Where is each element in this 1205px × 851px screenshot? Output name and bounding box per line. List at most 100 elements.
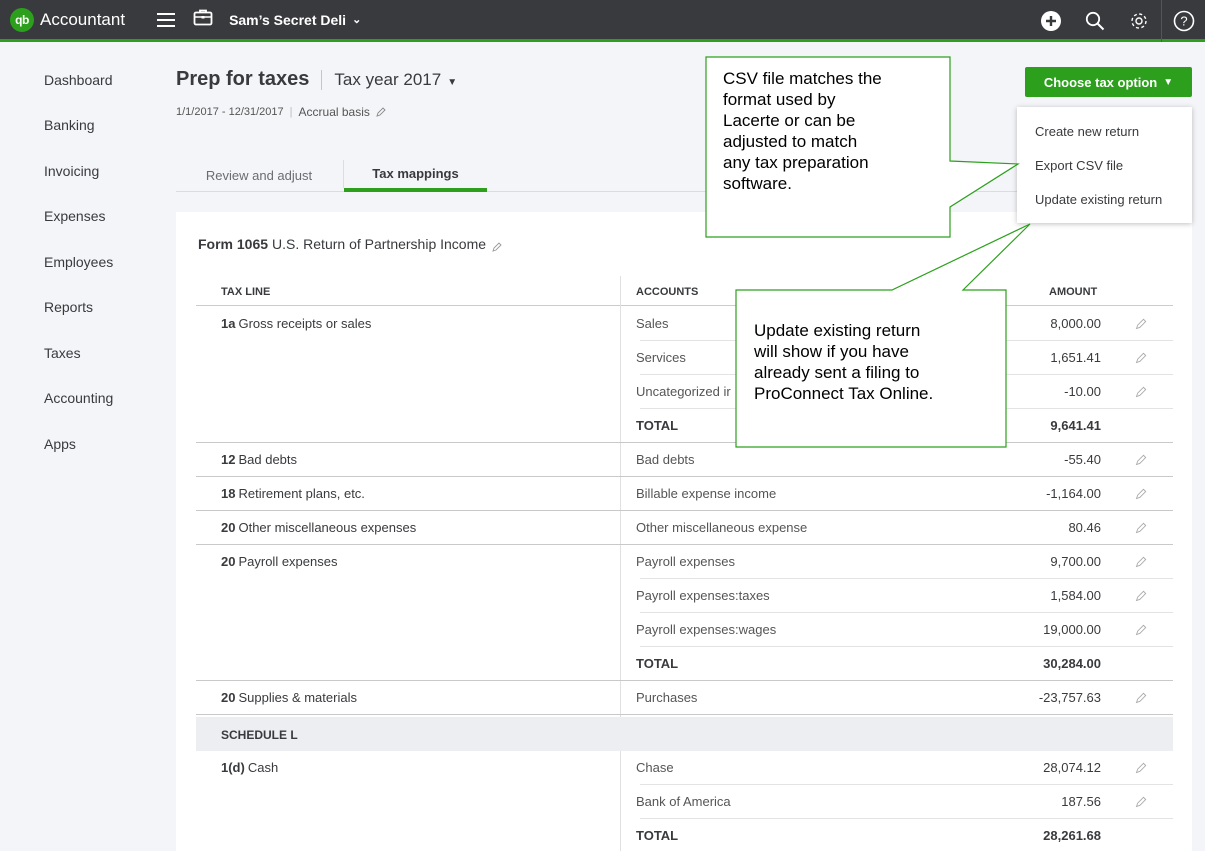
quickbooks-logo[interactable]: qb Accountant [10, 7, 125, 32]
callout-line: CSV file matches the [723, 69, 882, 88]
amount-cell: 80.46 [1068, 520, 1101, 535]
date-range: 1/1/2017 - 12/31/2017 [176, 106, 284, 118]
table-row: Payroll expenses:wages 19,000.00 [196, 613, 1173, 647]
pencil-icon[interactable] [1135, 454, 1147, 466]
callout-line: adjusted to match [723, 132, 858, 151]
amount-cell: 28,261.68 [1043, 828, 1101, 843]
caret-down-icon: ▼ [1163, 76, 1174, 88]
report-period: 1/1/2017 - 12/31/2017 | Accrual basis [176, 105, 386, 119]
page-title: Prep for taxes [176, 68, 310, 90]
menu-item-update-existing-return[interactable]: Update existing return [1017, 182, 1192, 216]
amount-cell: 30,284.00 [1043, 656, 1101, 671]
account-cell: Payroll expenses:wages [636, 622, 777, 637]
sidebar-item-reports[interactable]: Reports [0, 285, 160, 331]
choose-tax-option-label: Choose tax option [1043, 74, 1158, 90]
sidebar-item-apps[interactable]: Apps [0, 421, 160, 467]
amount-cell: 8,000.00 [1050, 316, 1101, 331]
pencil-icon[interactable] [1135, 796, 1147, 808]
pencil-icon[interactable] [1135, 692, 1147, 704]
table-header: TAX LINE ACCOUNTS AMOUNT [196, 276, 1173, 306]
tax-year-selector[interactable]: Tax year 2017 ▼ [334, 70, 457, 90]
company-switcher[interactable]: Sam’s Secret Deli ⌄ [229, 12, 361, 28]
accounting-basis: Accrual basis [298, 105, 370, 119]
title-divider [321, 69, 323, 90]
menu-item-export-csv-file[interactable]: Export CSV file [1017, 148, 1192, 182]
left-sidebar: Dashboard Banking Invoicing Expenses Emp… [0, 45, 160, 467]
pencil-icon[interactable] [1135, 522, 1147, 534]
pencil-icon[interactable] [1135, 556, 1147, 568]
table-row: TOTAL 9,641.41 [196, 409, 1173, 443]
form-code: Form 1065 [198, 236, 269, 252]
csv-callout-text: CSV file matches the format used by Lace… [723, 68, 949, 194]
amount-cell: 9,700.00 [1050, 554, 1101, 569]
schedule-l-header: SCHEDULE L [196, 717, 1173, 751]
sidebar-item-employees[interactable]: Employees [0, 239, 160, 285]
account-cell: Payroll expenses:taxes [636, 588, 770, 603]
sidebar-item-accounting[interactable]: Accounting [0, 376, 160, 422]
account-cell: Bad debts [636, 452, 695, 467]
amount-cell: 1,584.00 [1050, 588, 1101, 603]
callout-line: ProConnect Tax Online. [754, 384, 934, 403]
callout-line: software. [723, 174, 792, 193]
account-cell: Purchases [636, 690, 698, 705]
page-header: Prep for taxes Tax year 2017 ▼ [176, 68, 457, 91]
sidebar-item-expenses[interactable]: Expenses [0, 194, 160, 240]
tax-line-number: 20 [221, 690, 236, 705]
form-title: Form 1065 U.S. Return of Partnership Inc… [198, 236, 502, 252]
sidebar-item-taxes[interactable]: Taxes [0, 330, 160, 376]
briefcase-icon[interactable] [193, 8, 213, 31]
tax-line-number: 18 [221, 486, 236, 501]
tab-review-and-adjust[interactable]: Review and adjust [176, 158, 342, 192]
add-icon[interactable] [1029, 0, 1073, 42]
sidebar-item-dashboard[interactable]: Dashboard [0, 57, 160, 103]
account-cell: Other miscellaneous expense [636, 520, 808, 535]
search-icon[interactable] [1073, 0, 1117, 42]
caret-down-icon: ▼ [447, 76, 458, 88]
chevron-down-icon: ⌄ [352, 14, 362, 26]
pencil-icon[interactable] [1135, 352, 1147, 364]
help-icon[interactable]: ? [1161, 0, 1205, 42]
tax-line-number: 12 [221, 452, 236, 467]
pencil-icon[interactable] [1135, 386, 1147, 398]
account-cell: TOTAL [636, 418, 679, 433]
amount-cell: 28,074.12 [1043, 760, 1101, 775]
tax-line-cell: 1(d) Cash [221, 760, 278, 775]
account-cell: TOTAL [636, 828, 679, 843]
table-row: 1(d) Cash Chase 28,074.12 [196, 751, 1173, 785]
account-cell: Chase [636, 760, 674, 775]
pencil-icon[interactable] [1135, 624, 1147, 636]
tax-line-description: Gross receipts or sales [238, 316, 372, 331]
tax-line-description: Cash [247, 760, 279, 775]
gear-icon[interactable] [1117, 0, 1161, 42]
pencil-icon[interactable] [1135, 590, 1147, 602]
table-row: Payroll expenses:taxes 1,584.00 [196, 579, 1173, 613]
callout-line: format used by [723, 90, 836, 109]
menu-icon[interactable] [157, 12, 176, 27]
pencil-icon[interactable] [1135, 488, 1147, 500]
tax-line-description: Retirement plans, etc. [238, 486, 365, 501]
tax-line-description: Other miscellaneous expenses [238, 520, 417, 535]
tax-line-cell: 12 Bad debts [221, 452, 297, 467]
pencil-icon[interactable] [1135, 762, 1147, 774]
column-header-tax-line: TAX LINE [221, 286, 271, 298]
account-cell: Services [636, 350, 686, 365]
tax-line-cell: 18 Retirement plans, etc. [221, 486, 365, 501]
pencil-icon[interactable] [1135, 318, 1147, 330]
account-cell: Billable expense income [636, 486, 777, 501]
amount-cell: -1,164.00 [1046, 486, 1101, 501]
sidebar-item-invoicing[interactable]: Invoicing [0, 148, 160, 194]
table-row: Uncategorized ir -10.00 [196, 375, 1173, 409]
qb-logo-icon: qb [10, 7, 34, 32]
amount-cell: 1,651.41 [1050, 350, 1101, 365]
table-row: TOTAL 28,261.68 [196, 819, 1173, 851]
choose-tax-option-button[interactable]: Choose tax option ▼ [1025, 67, 1192, 97]
pencil-icon[interactable] [492, 239, 502, 252]
menu-item-create-new-return[interactable]: Create new return [1017, 114, 1192, 148]
sidebar-item-banking[interactable]: Banking [0, 103, 160, 149]
account-cell: TOTAL [636, 656, 679, 671]
amount-cell: 19,000.00 [1043, 622, 1101, 637]
tab-tax-mappings[interactable]: Tax mappings [344, 158, 487, 192]
pencil-icon[interactable] [376, 107, 386, 117]
tax-line-number: 1(d) [221, 760, 245, 775]
tax-line-description: Payroll expenses [238, 554, 338, 569]
